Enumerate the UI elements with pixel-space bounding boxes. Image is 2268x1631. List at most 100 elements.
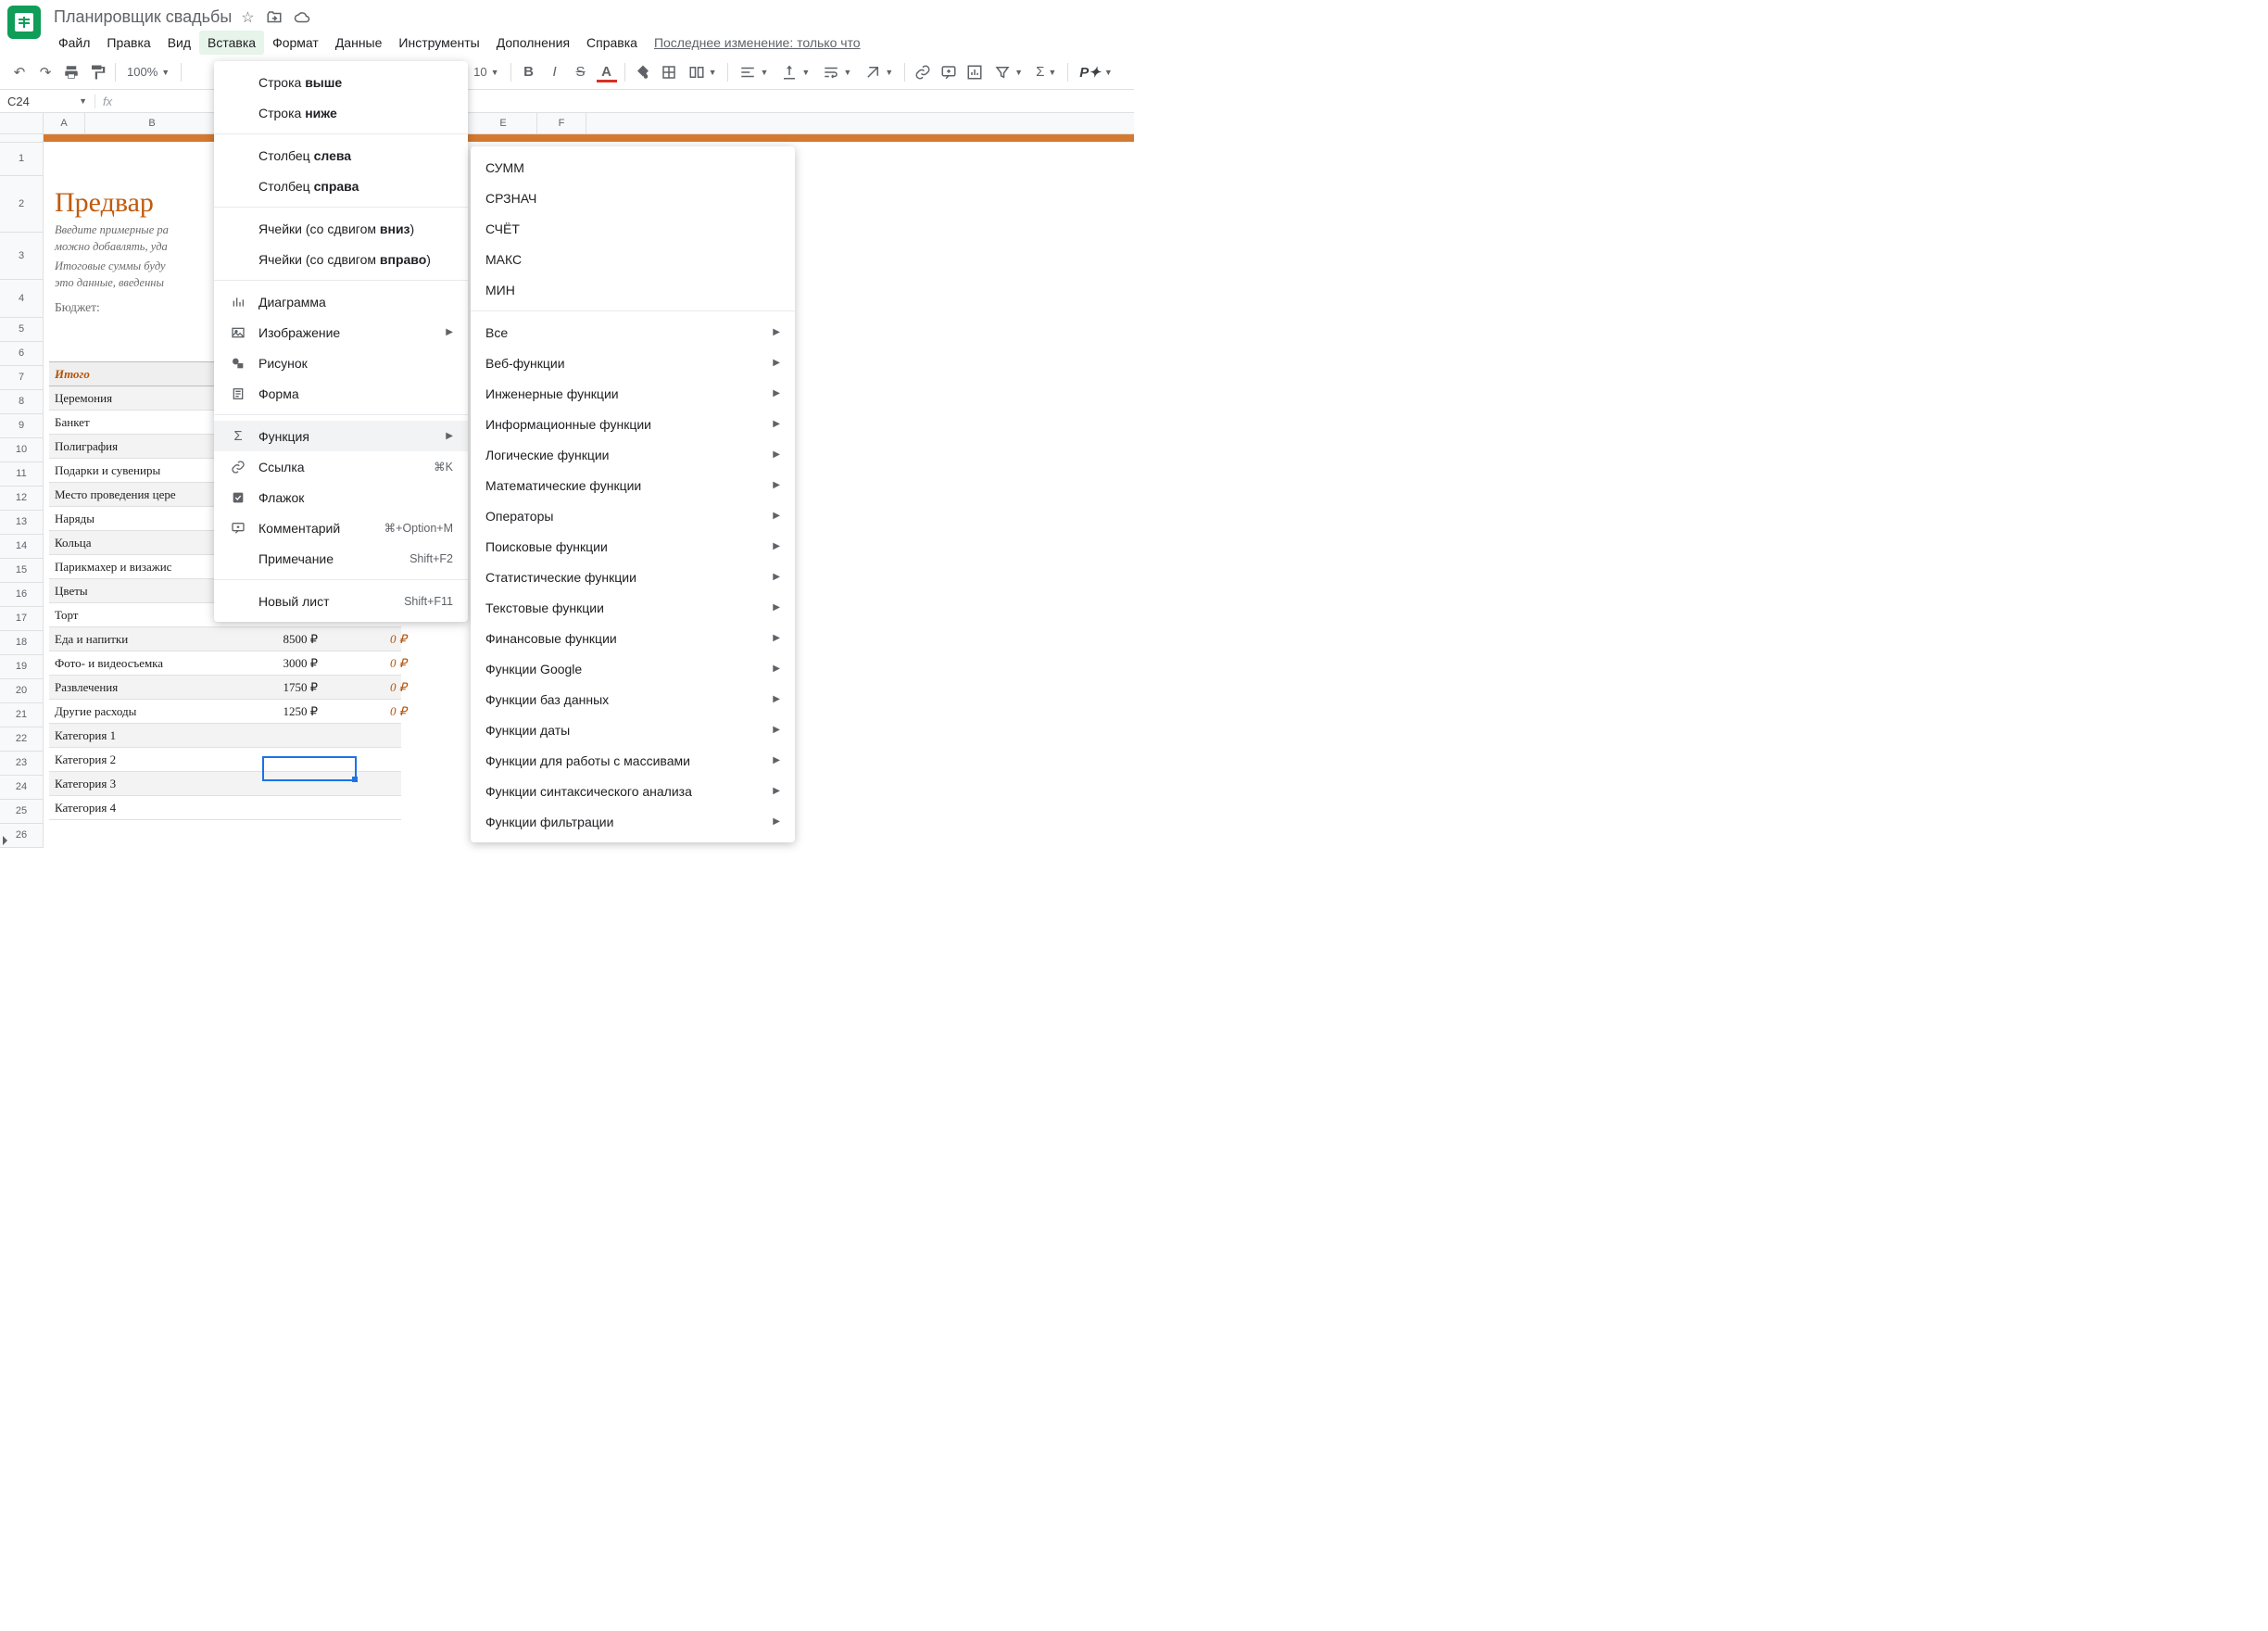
paint-format-button[interactable] <box>85 60 109 84</box>
row-header[interactable]: 15 <box>0 559 43 583</box>
row-header[interactable]: 11 <box>0 462 43 487</box>
fn-category[interactable]: Информационные функции▶ <box>471 409 795 439</box>
row-header[interactable]: 19 <box>0 655 43 679</box>
cloud-status-icon[interactable] <box>294 8 310 27</box>
col-header-A[interactable]: A <box>44 113 85 133</box>
mi-row-below[interactable]: Строка ниже <box>214 97 468 128</box>
fn-avg[interactable]: СРЗНАЧ <box>471 183 795 213</box>
mi-col-left[interactable]: Столбец слева <box>214 140 468 171</box>
row-header[interactable]: 17 <box>0 607 43 631</box>
menu-addons[interactable]: Дополнения <box>488 31 578 55</box>
table-row[interactable]: Категория 4 <box>49 796 401 820</box>
mi-cells-right[interactable]: Ячейки (со сдвигом вправо) <box>214 244 468 274</box>
mi-comment[interactable]: Комментарий⌘+Option+M <box>214 512 468 543</box>
fn-category[interactable]: Статистические функции▶ <box>471 562 795 592</box>
font-size-select[interactable]: 10▼ <box>468 60 504 84</box>
menu-help[interactable]: Справка <box>578 31 646 55</box>
row-header[interactable]: 7 <box>0 366 43 390</box>
fn-min[interactable]: МИН <box>471 274 795 305</box>
borders-button[interactable] <box>657 60 681 84</box>
row-header[interactable]: 10 <box>0 438 43 462</box>
mi-form[interactable]: Форма <box>214 378 468 409</box>
mi-cells-down[interactable]: Ячейки (со сдвигом вниз) <box>214 213 468 244</box>
zoom-select[interactable]: 100%▼ <box>121 60 175 84</box>
mi-drawing[interactable]: Рисунок <box>214 348 468 378</box>
redo-button[interactable]: ↷ <box>33 60 57 84</box>
menu-file[interactable]: Файл <box>50 31 98 55</box>
last-change-link[interactable]: Последнее изменение: только что <box>646 31 869 55</box>
fn-category[interactable]: Функции даты▶ <box>471 714 795 745</box>
row-header[interactable]: 12 <box>0 487 43 511</box>
fn-category[interactable]: Операторы▶ <box>471 500 795 531</box>
mi-chart[interactable]: Диаграмма <box>214 286 468 317</box>
row-header[interactable] <box>0 134 43 143</box>
menu-data[interactable]: Данные <box>327 31 391 55</box>
row-header[interactable]: 1 <box>0 143 43 176</box>
table-row[interactable]: Категория 3 <box>49 772 401 796</box>
col-header-F[interactable]: F <box>537 113 586 133</box>
menu-tools[interactable]: Инструменты <box>390 31 487 55</box>
sheets-logo[interactable] <box>7 6 41 39</box>
rotate-button[interactable]: ▼ <box>859 60 899 84</box>
row-header[interactable]: 25 <box>0 800 43 824</box>
fn-category[interactable]: Функции синтаксического анализа▶ <box>471 776 795 806</box>
fn-category[interactable]: Инженерные функции▶ <box>471 378 795 409</box>
mi-row-above[interactable]: Строка выше <box>214 67 468 97</box>
fn-category[interactable]: Все▶ <box>471 317 795 348</box>
filter-button[interactable]: ▼ <box>989 60 1028 84</box>
doc-title[interactable]: Планировщик свадьбы <box>54 7 232 27</box>
mi-checkbox[interactable]: Флажок <box>214 482 468 512</box>
row-header[interactable]: 23 <box>0 752 43 776</box>
row-header[interactable]: 16 <box>0 583 43 607</box>
fn-category[interactable]: Функции баз данных▶ <box>471 684 795 714</box>
fn-category[interactable]: Текстовые функции▶ <box>471 592 795 623</box>
mi-note[interactable]: ПримечаниеShift+F2 <box>214 543 468 574</box>
mi-col-right[interactable]: Столбец справа <box>214 171 468 201</box>
mi-function[interactable]: ΣФункция▶ <box>214 421 468 451</box>
gemini-button[interactable]: P✦▼ <box>1074 60 1118 84</box>
strike-button[interactable]: S <box>569 60 593 84</box>
insert-chart-button[interactable] <box>963 60 987 84</box>
text-color-button[interactable]: A <box>595 60 619 84</box>
link-button[interactable] <box>911 60 935 84</box>
expand-arrow-icon[interactable] <box>3 836 7 845</box>
row-header[interactable]: 5 <box>0 318 43 342</box>
mi-image[interactable]: Изображение▶ <box>214 317 468 348</box>
row-header[interactable]: 21 <box>0 703 43 727</box>
functions-button[interactable]: Σ▼ <box>1030 60 1062 84</box>
row-header[interactable]: 20 <box>0 679 43 703</box>
row-header[interactable]: 2 <box>0 176 43 233</box>
row-header[interactable]: 8 <box>0 390 43 414</box>
fn-category[interactable]: Функции для работы с массивами▶ <box>471 745 795 776</box>
row-header[interactable]: 24 <box>0 776 43 800</box>
select-all-corner[interactable] <box>0 113 44 133</box>
fn-category[interactable]: Логические функции▶ <box>471 439 795 470</box>
star-icon[interactable]: ☆ <box>241 8 254 27</box>
fn-sum[interactable]: СУММ <box>471 152 795 183</box>
name-box[interactable]: C24▼ <box>0 95 95 108</box>
fn-count[interactable]: СЧЁТ <box>471 213 795 244</box>
fn-category[interactable]: Поисковые функции▶ <box>471 531 795 562</box>
table-row[interactable]: Фото- и видеосъемка3000 ₽0 ₽ <box>49 651 401 676</box>
menu-format[interactable]: Формат <box>264 31 327 55</box>
fill-color-button[interactable] <box>631 60 655 84</box>
comment-button[interactable] <box>937 60 961 84</box>
row-header[interactable]: 22 <box>0 727 43 752</box>
row-header[interactable]: 13 <box>0 511 43 535</box>
row-header[interactable]: 18 <box>0 631 43 655</box>
fn-category[interactable]: Математические функции▶ <box>471 470 795 500</box>
col-header-E[interactable]: E <box>470 113 537 133</box>
table-row[interactable]: Еда и напитки8500 ₽0 ₽ <box>49 627 401 651</box>
fn-category[interactable]: Финансовые функции▶ <box>471 623 795 653</box>
row-header[interactable]: 4 <box>0 280 43 318</box>
print-button[interactable] <box>59 60 83 84</box>
h-align-button[interactable]: ▼ <box>734 60 774 84</box>
mi-new-sheet[interactable]: Новый листShift+F11 <box>214 586 468 616</box>
table-row[interactable]: Другие расходы1250 ₽0 ₽ <box>49 700 401 724</box>
fn-max[interactable]: МАКС <box>471 244 795 274</box>
table-row[interactable]: Категория 2 <box>49 748 401 772</box>
table-row[interactable]: Развлечения1750 ₽0 ₽ <box>49 676 401 700</box>
mi-link[interactable]: Ссылка⌘K <box>214 451 468 482</box>
row-header[interactable]: 9 <box>0 414 43 438</box>
row-header[interactable]: 6 <box>0 342 43 366</box>
